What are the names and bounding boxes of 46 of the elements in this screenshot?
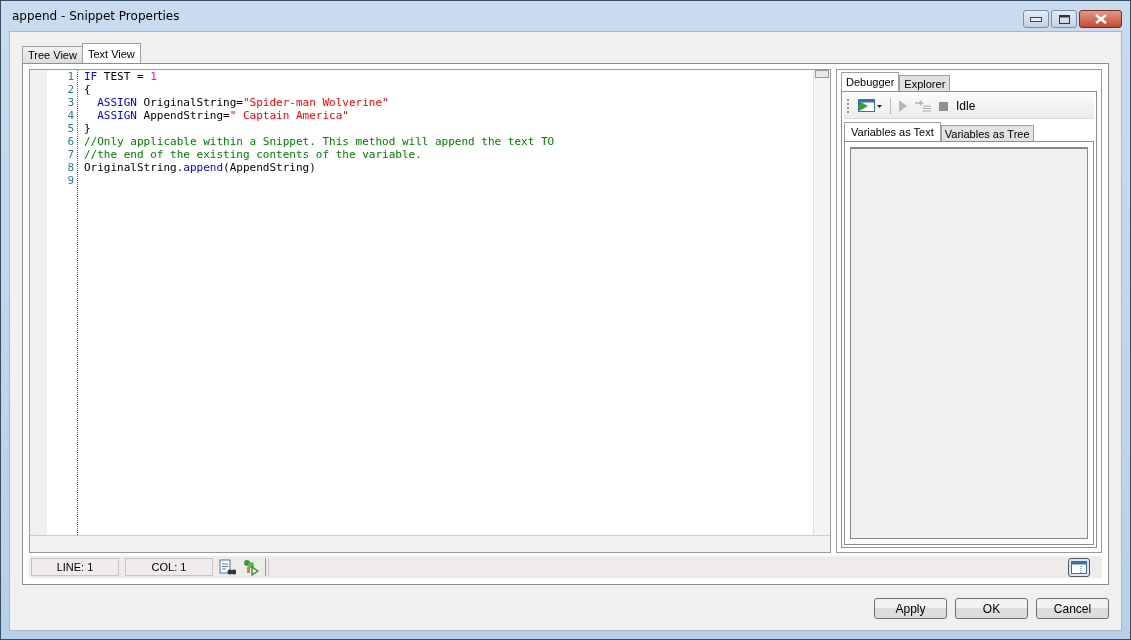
variables-tab[interactable]: Variables as Text — [844, 122, 941, 141]
variables-tab[interactable]: Variables as Tree — [940, 125, 1034, 141]
minimize-button[interactable] — [1023, 10, 1049, 28]
code-line: ASSIGN OriginalString="Spider-man Wolverine" — [97, 96, 389, 109]
grip-icon — [847, 99, 850, 113]
line-number: 3 — [66, 96, 75, 109]
line-number: 1 — [66, 70, 75, 83]
line-number: 2 — [66, 83, 75, 96]
code-line: } — [84, 122, 91, 135]
line-number: 5 — [66, 122, 75, 135]
tree-play-icon[interactable] — [242, 558, 259, 576]
view-tab[interactable]: Tree View — [22, 46, 83, 63]
dialog-button[interactable]: OK — [955, 598, 1028, 619]
code-line: //Only applicable within a Snippet. This method will append the text TO — [84, 135, 555, 148]
line-number: 7 — [66, 148, 75, 161]
document-binoculars-icon[interactable] — [219, 558, 236, 576]
line-number: 8 — [66, 161, 75, 174]
close-button[interactable] — [1079, 10, 1122, 28]
debugger-status: Idle — [956, 99, 976, 113]
vertical-scrollbar[interactable] — [813, 70, 830, 536]
layout-toggle-button[interactable] — [1068, 557, 1090, 577]
line-indicator: LINE: 1 — [31, 558, 119, 577]
minimize-icon — [1030, 16, 1042, 22]
line-number: 6 — [66, 135, 75, 148]
dialog-button[interactable]: Apply — [874, 598, 947, 619]
step-icon[interactable] — [915, 100, 931, 112]
horizontal-scrollbar[interactable] — [30, 535, 830, 553]
run-dropdown-button[interactable] — [858, 99, 882, 113]
code-line: IF TEST = 1 — [84, 70, 157, 83]
dialog-button[interactable]: Cancel — [1036, 598, 1109, 619]
code-line: OriginalString.append(AppendString) — [84, 161, 316, 174]
close-icon — [1094, 14, 1107, 24]
maximize-icon — [1058, 14, 1070, 24]
code-line: //the end of the existing contents of the variable. — [84, 148, 422, 161]
play-icon[interactable] — [899, 100, 907, 112]
line-number: 9 — [66, 174, 75, 187]
stop-icon[interactable] — [939, 101, 948, 111]
code-line: { — [84, 83, 91, 96]
maximize-button[interactable] — [1051, 10, 1077, 28]
window-title: append - Snippet Properties — [11, 9, 180, 23]
view-tab[interactable]: Text View — [81, 43, 141, 63]
panel-tab[interactable]: Explorer — [899, 75, 951, 91]
column-indicator: COL: 1 — [125, 558, 213, 577]
code-line: ASSIGN AppendString=" Captain America" — [97, 109, 349, 122]
panel-tab[interactable]: Debugger — [841, 72, 900, 91]
line-number: 4 — [66, 109, 75, 122]
